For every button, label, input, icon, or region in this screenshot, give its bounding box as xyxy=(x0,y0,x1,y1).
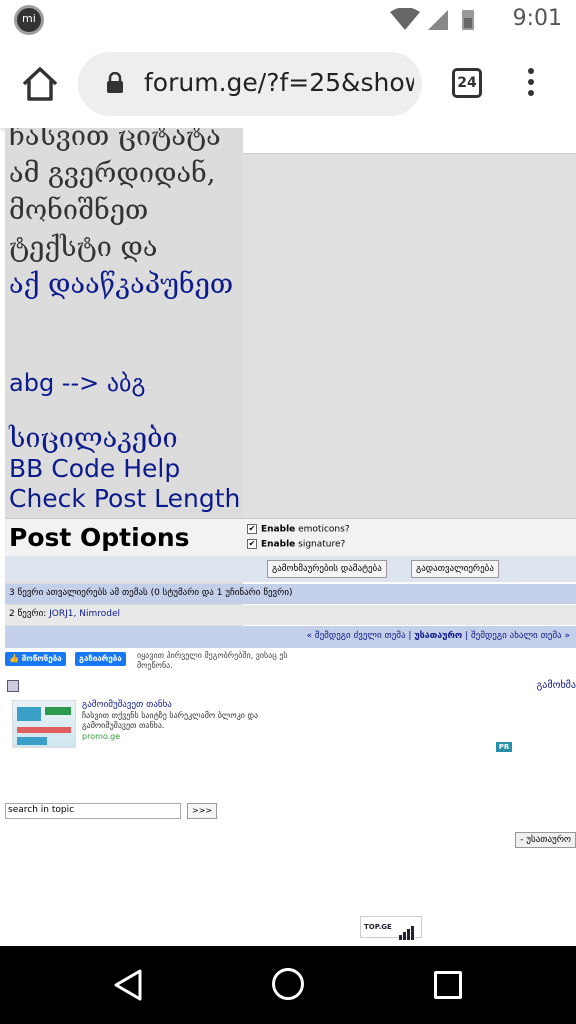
readers-count: 3 წევრი ათვალიერებს ამ თემას (0 სტუმარი … xyxy=(5,584,576,604)
add-reply-button[interactable]: გამოხმაურების დამატება xyxy=(267,560,387,578)
preview-button[interactable]: გადათვალიერება xyxy=(411,560,499,578)
post-options-title: Post Options xyxy=(9,523,190,552)
promo-ad[interactable]: გამოიმუშავეთ თანხა ჩასვით თქვენს საიტზე … xyxy=(12,700,512,760)
facebook-like-button[interactable]: 👍 მოწონება xyxy=(5,652,66,666)
search-go-button[interactable]: >>> xyxy=(187,803,218,819)
smilies-link[interactable]: სიცილაკები xyxy=(5,424,243,454)
translit-link[interactable]: abg --> აბგ xyxy=(5,365,243,402)
pr-badge: PR xyxy=(496,742,512,752)
home-button[interactable] xyxy=(20,64,60,104)
promo-header: გამოხმა xyxy=(5,680,576,696)
top-ge-counter[interactable]: TOP.GE xyxy=(360,916,422,940)
separator: | xyxy=(462,631,472,641)
home-icon xyxy=(22,67,58,101)
post-editor-area[interactable] xyxy=(243,128,576,518)
back-to-top-button[interactable]: - უსათაურო xyxy=(515,832,576,848)
facebook-share-button[interactable]: გაზიარება xyxy=(75,652,126,666)
system-navigation-bar xyxy=(0,946,576,1024)
separator: | xyxy=(405,631,415,641)
emoticons-checkbox[interactable]: ✔ xyxy=(247,524,257,534)
topic-search: search in topic >>> xyxy=(5,803,305,821)
status-icons xyxy=(390,7,500,36)
members-prefix: 2 წევრი: xyxy=(9,609,50,619)
sidebar-text-line: ტექსტი და xyxy=(9,232,158,263)
bar-chart-icon xyxy=(399,921,415,940)
wifi-icon xyxy=(390,7,420,30)
promo-domain[interactable]: promo.ge xyxy=(82,732,120,741)
url-field[interactable]: forum.ge/?f=25&showt xyxy=(78,52,422,116)
editor-toolbar-strip xyxy=(243,128,576,154)
promo-icon xyxy=(7,680,19,692)
overflow-menu-icon[interactable] xyxy=(520,64,542,104)
emoticons-label: emoticons? xyxy=(295,524,350,535)
members-row: 2 წევრი: JORJ1, Nimrodel xyxy=(5,605,576,625)
topic-navigation: « შემდეგი ძველი თემა | უსათაურო | შემდეგ… xyxy=(5,626,576,648)
thumbs-up-icon: 👍 xyxy=(9,654,22,663)
forum-page: ჩასვით ციტატა ამ გვერდიდან, მონიშნეთ ტექ… xyxy=(0,128,576,946)
facebook-text: იყავით პირველი მეგობრებში, ვისაც ეს მოეწ… xyxy=(137,651,288,670)
like-label: მოწონება xyxy=(21,654,62,663)
browser-toolbar: forum.ge/?f=25&showt 24 xyxy=(0,40,576,128)
emoticons-label-bold: Enable xyxy=(261,524,296,535)
enable-signature-option[interactable]: ✔ Enable signature? xyxy=(247,539,345,550)
sidebar-text-line: ჩასვით ციტატა xyxy=(9,128,221,152)
top-link[interactable]: უსათაურო xyxy=(414,631,462,641)
promo-thumbnail[interactable] xyxy=(12,700,76,748)
bbcode-help-link[interactable]: BB Code Help xyxy=(5,454,243,484)
check-post-length-link[interactable]: Check Post Length xyxy=(5,484,243,514)
lock-icon xyxy=(106,71,124,98)
counter-label: TOP.GE xyxy=(364,923,392,931)
members-list[interactable]: JORJ1, Nimrodel xyxy=(49,609,120,619)
mi-notification-icon: mi xyxy=(14,5,44,35)
home-circle-icon[interactable] xyxy=(272,968,304,1000)
search-input[interactable]: search in topic xyxy=(5,803,181,819)
promo-title[interactable]: გამოიმუშავეთ თანხა xyxy=(82,700,172,710)
quote-click-link[interactable]: აქ დააწკაპუნეთ xyxy=(5,266,243,303)
promo-header-link[interactable]: გამოხმა xyxy=(536,680,576,691)
sidebar-text-line: მონიშნეთ xyxy=(9,195,149,226)
promo-description: ჩასვით თქვენს საიტზე სარეკლამო ბლოკი და … xyxy=(82,711,259,730)
status-bar: mi 9:01 xyxy=(0,0,576,40)
sidebar-text-line: ამ გვერდიდან, xyxy=(9,158,216,189)
url-text: forum.ge/?f=25&showt xyxy=(144,68,414,97)
status-time: 9:01 xyxy=(512,6,562,31)
signature-checkbox[interactable]: ✔ xyxy=(247,539,257,549)
previous-topic-link[interactable]: « შემდეგი ძველი თემა xyxy=(307,631,406,641)
signature-label-bold: Enable xyxy=(261,539,296,550)
signal-icon xyxy=(428,10,448,30)
tab-switcher-button[interactable]: 24 xyxy=(452,68,482,98)
next-topic-link[interactable]: შემდეგი ახალი თემა » xyxy=(471,631,570,641)
back-icon[interactable] xyxy=(112,968,144,1006)
enable-emoticons-option[interactable]: ✔ Enable emoticons? xyxy=(247,524,350,535)
recents-icon[interactable] xyxy=(434,971,462,999)
signature-label: signature? xyxy=(295,539,346,550)
post-options-row: Post Options ✔ Enable emoticons? ✔ Enable … xyxy=(5,518,576,556)
mi-icon-label: mi xyxy=(22,12,36,25)
submit-buttons-row: გამოხმაურების დამატება გადათვალიერება xyxy=(5,556,576,582)
facebook-row: 👍 მოწონება გაზიარება იყავით პირველი მეგო… xyxy=(5,650,576,678)
